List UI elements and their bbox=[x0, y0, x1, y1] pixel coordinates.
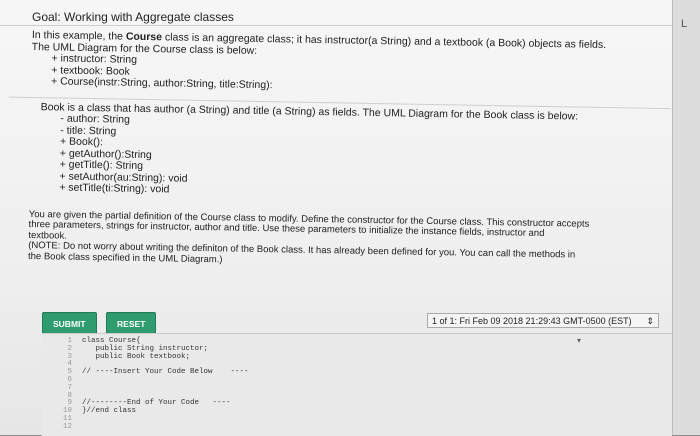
side-panel: L bbox=[672, 0, 700, 435]
submission-select[interactable]: 1 of 1: Fri Feb 09 2018 21:29:43 GMT-050… bbox=[427, 313, 659, 328]
problem-statement: In this example, the Course class is an … bbox=[7, 29, 672, 273]
line-numbers: 1 2 3 4 5 6 7 8 9 10 11 12 bbox=[62, 337, 72, 431]
goal-title: Goal: Working with Aggregate classes bbox=[0, 0, 672, 26]
book-uml: - author: String - title: String + Book(… bbox=[39, 113, 670, 204]
book-section: Book is a class that has author (a Strin… bbox=[7, 96, 671, 205]
page: Goal: Working with Aggregate classes L I… bbox=[0, 0, 700, 436]
scroll-caret-icon: ▾ bbox=[577, 337, 582, 346]
task-description: You are given the partial definition of … bbox=[27, 208, 590, 265]
submission-status: 1 of 1: Fri Feb 09 2018 21:29:43 GMT-050… bbox=[432, 316, 632, 326]
side-panel-label: L bbox=[681, 18, 688, 30]
code-text[interactable]: class Course{ public String instructor; … bbox=[82, 337, 249, 424]
course-keyword: Course bbox=[125, 30, 163, 44]
select-arrows-icon: ⇕ bbox=[646, 316, 654, 326]
code-editor[interactable]: 1 2 3 4 5 6 7 8 9 10 11 12 class Course{… bbox=[42, 333, 672, 436]
